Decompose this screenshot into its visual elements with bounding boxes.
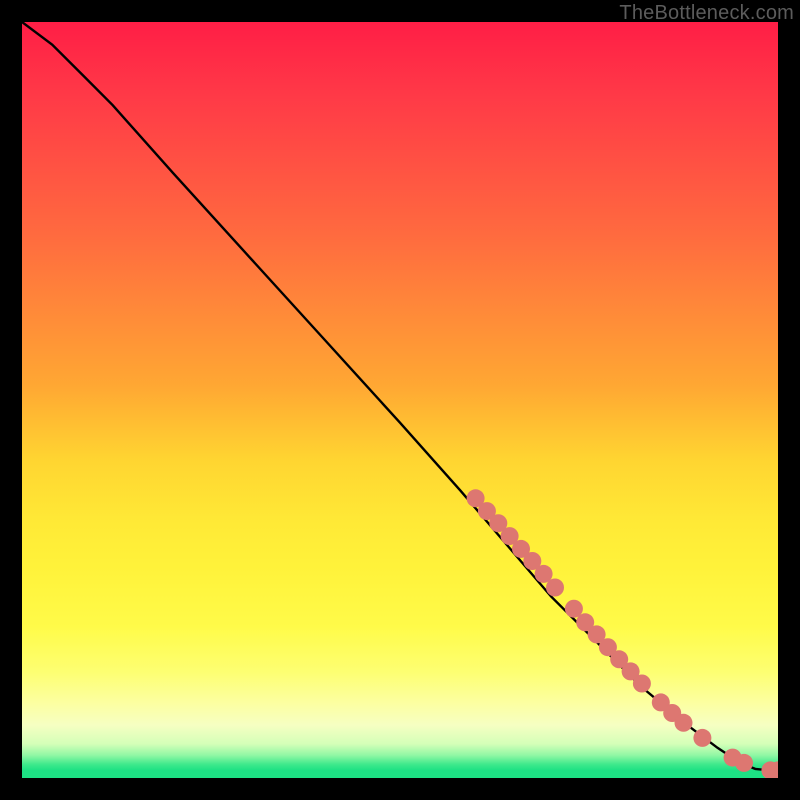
data-marker (735, 754, 753, 772)
data-marker (489, 514, 507, 532)
data-marker (478, 502, 496, 520)
data-marker (565, 600, 583, 618)
data-marker (663, 704, 681, 722)
data-marker (769, 761, 778, 778)
data-marker (675, 714, 693, 732)
data-marker (652, 693, 670, 711)
curve-path (22, 22, 778, 770)
data-marker (610, 650, 628, 668)
data-marker (523, 552, 541, 570)
data-marker (512, 540, 530, 558)
data-marker (501, 527, 519, 545)
plot-area (22, 22, 778, 778)
data-marker (588, 625, 606, 643)
data-marker (693, 729, 711, 747)
curve-layer (22, 22, 778, 778)
data-marker (633, 675, 651, 693)
chart-stage: TheBottleneck.com (0, 0, 800, 800)
data-marker (535, 565, 553, 583)
data-marker (467, 489, 485, 507)
data-marker (761, 761, 778, 778)
data-marker (622, 662, 640, 680)
data-marker (546, 579, 564, 597)
data-marker (576, 613, 594, 631)
data-marker (599, 638, 617, 656)
curve-markers (467, 489, 778, 778)
data-marker (724, 749, 742, 767)
